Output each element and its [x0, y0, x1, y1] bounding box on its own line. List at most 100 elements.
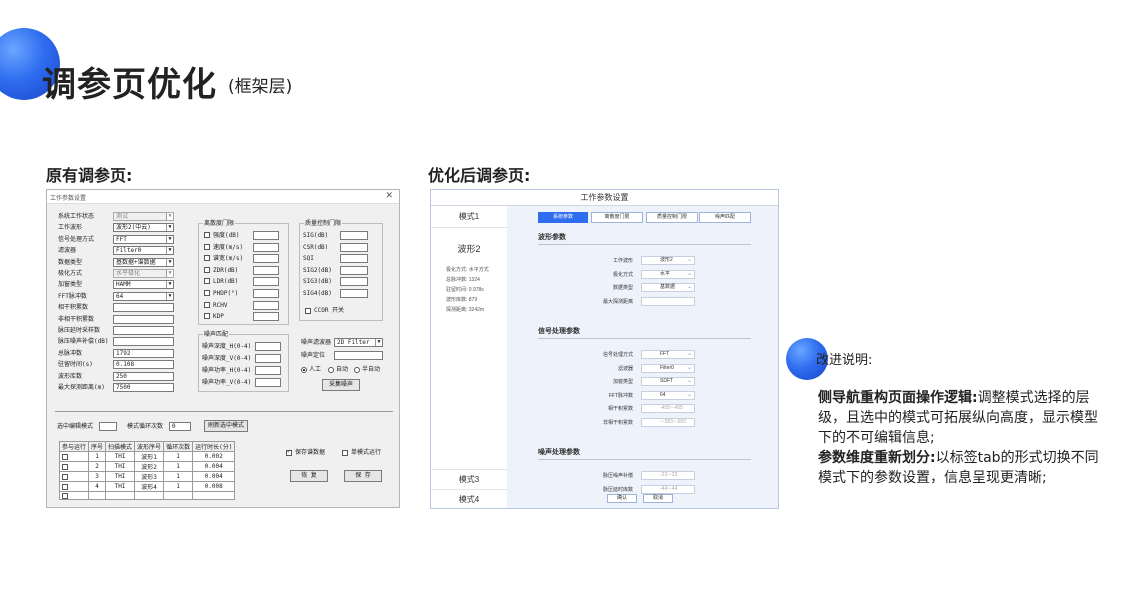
note2-head: 参数维度重新划分: — [818, 450, 936, 466]
quality-input[interactable] — [340, 254, 368, 264]
threshold-checkbox[interactable] — [204, 243, 210, 250]
tab-noise[interactable]: 噪声匹配 — [699, 212, 751, 223]
quality-input[interactable] — [340, 289, 368, 298]
sidebar-item-mode3[interactable]: 模式3 — [431, 469, 507, 489]
quality-input[interactable] — [340, 231, 368, 240]
threshold-input[interactable] — [253, 254, 279, 264]
threshold-input[interactable] — [253, 242, 279, 252]
noise-input[interactable] — [255, 342, 281, 351]
param-select[interactable]: FFT ▼ — [113, 234, 174, 244]
field-select[interactable] — [641, 296, 695, 306]
param-input[interactable] — [113, 337, 174, 347]
threshold-input[interactable] — [253, 265, 279, 275]
radio-manual[interactable] — [301, 367, 307, 373]
param-select[interactable]: 基数据+谱数据 ▼ — [113, 257, 174, 267]
run-checkbox-cell[interactable] — [58, 471, 90, 482]
param-select[interactable]: 64 ▼ — [113, 291, 174, 301]
refresh-mode-button[interactable]: 刷新选中模式 — [204, 420, 248, 432]
field-select[interactable]: 基数据 ⌄ — [641, 283, 695, 292]
close-icon[interactable]: ✕ — [385, 191, 393, 201]
threshold-checkbox[interactable] — [204, 290, 210, 296]
threshold-checkbox[interactable] — [204, 301, 210, 308]
field-input[interactable]: -44~-44 — [641, 484, 695, 494]
param-select[interactable]: HAMM ▼ — [113, 280, 174, 290]
quality-input[interactable] — [340, 277, 368, 287]
quality-label: SIG(dB) — [303, 232, 329, 239]
sidebar-item-mode2[interactable]: 波形2 — [431, 242, 507, 255]
quality-input[interactable] — [340, 265, 368, 275]
save-button[interactable]: 保 存 — [344, 470, 382, 482]
single-mode-checkbox[interactable] — [342, 450, 348, 456]
sidebar-item-mode1[interactable]: 模式1 — [431, 206, 507, 228]
threshold-checkbox[interactable] — [204, 255, 210, 262]
param-input[interactable] — [113, 303, 174, 313]
threshold-checkbox[interactable] — [204, 266, 210, 273]
param-select[interactable]: Filter0 ▼ — [113, 246, 174, 256]
divider — [55, 411, 393, 412]
run-checkbox-cell[interactable] — [58, 481, 90, 492]
param-select[interactable]: 波形2(中云) ▼ — [113, 223, 174, 233]
threshold-input[interactable] — [253, 312, 279, 322]
tab-system-params[interactable]: 系统参数 — [538, 212, 588, 223]
threshold-input[interactable] — [253, 289, 279, 298]
mode-info-line: 驻留时间: 0.978s — [446, 287, 484, 293]
field-input[interactable]: -~583~-583 — [641, 417, 695, 427]
noise-input[interactable] — [255, 354, 281, 363]
param-input[interactable] — [113, 326, 174, 335]
tab-threshold[interactable]: 离散度门限 — [591, 212, 643, 223]
param-select[interactable]: 测试 ▼ — [113, 212, 174, 221]
param-input[interactable]: 250 — [113, 371, 174, 381]
threshold-input[interactable] — [253, 231, 279, 240]
threshold-checkbox[interactable] — [204, 278, 210, 285]
run-checkbox[interactable] — [62, 473, 68, 480]
field-label: 极化方式 — [612, 271, 633, 278]
field-select[interactable]: FFT ⌄ — [641, 350, 695, 359]
confirm-button[interactable]: 确认 — [607, 494, 637, 503]
run-checkbox[interactable] — [62, 463, 68, 470]
field-select[interactable]: 波形2 ⌄ — [641, 256, 695, 265]
threshold-input[interactable] — [253, 300, 279, 310]
run-checkbox-cell[interactable] — [58, 461, 90, 472]
param-input[interactable]: 0.108 — [113, 360, 174, 370]
ccor-label: CCOR 开关 — [314, 307, 345, 314]
threshold-checkbox[interactable] — [204, 313, 210, 320]
field-select[interactable]: SDFT ⌄ — [641, 377, 695, 386]
table-cell: THI — [105, 461, 136, 472]
run-checkbox-cell[interactable] — [58, 491, 90, 500]
threshold-label: PHDP(°) — [213, 290, 239, 297]
run-checkbox[interactable] — [62, 483, 68, 490]
edit-mode-input[interactable] — [99, 422, 117, 431]
loop-count-input[interactable]: 0 — [169, 422, 191, 431]
field-input[interactable]: -455~-455 — [641, 404, 695, 413]
quality-label: SIG3(dB) — [303, 278, 332, 286]
quality-input[interactable] — [340, 242, 368, 252]
tab-quality[interactable]: 质量控制门限 — [646, 212, 698, 223]
param-input[interactable] — [113, 314, 174, 324]
param-select[interactable]: 水平极化 ▼ — [113, 269, 174, 278]
chevron-down-icon: ▼ — [166, 224, 173, 232]
radio-auto[interactable] — [328, 367, 334, 373]
collect-noise-button[interactable]: 采集噪声 — [322, 379, 360, 391]
threshold-input[interactable] — [253, 277, 279, 287]
threshold-checkbox[interactable] — [204, 232, 210, 238]
field-input[interactable]: -23~-23 — [641, 471, 695, 480]
ccor-checkbox[interactable] — [305, 308, 311, 314]
noise-input[interactable] — [255, 378, 281, 387]
param-input[interactable]: 1792 — [113, 348, 174, 358]
param-input[interactable]: 7500 — [113, 383, 174, 392]
field-select[interactable]: 水平 ⌄ — [641, 269, 695, 279]
save-spectrum-checkbox[interactable]: ✓ — [286, 448, 292, 456]
run-checkbox[interactable] — [62, 453, 68, 460]
run-checkbox-cell[interactable] — [58, 451, 90, 462]
noise-input[interactable] — [255, 366, 281, 375]
radio-semi[interactable] — [354, 367, 360, 373]
run-checkbox[interactable] — [62, 492, 68, 499]
notes-title: 改进说明: — [816, 353, 873, 368]
field-select[interactable]: 64 ⌄ — [641, 390, 695, 400]
noise-pos-input[interactable] — [334, 351, 383, 360]
field-select[interactable]: Filter0 ⌄ — [641, 363, 695, 373]
restore-button[interactable]: 恢 复 — [290, 470, 328, 482]
sidebar-item-mode4[interactable]: 模式4 — [431, 489, 507, 508]
cancel-button[interactable]: 取消 — [643, 494, 673, 503]
noise-filter-select[interactable]: 2D Filter ▼ — [334, 338, 383, 347]
